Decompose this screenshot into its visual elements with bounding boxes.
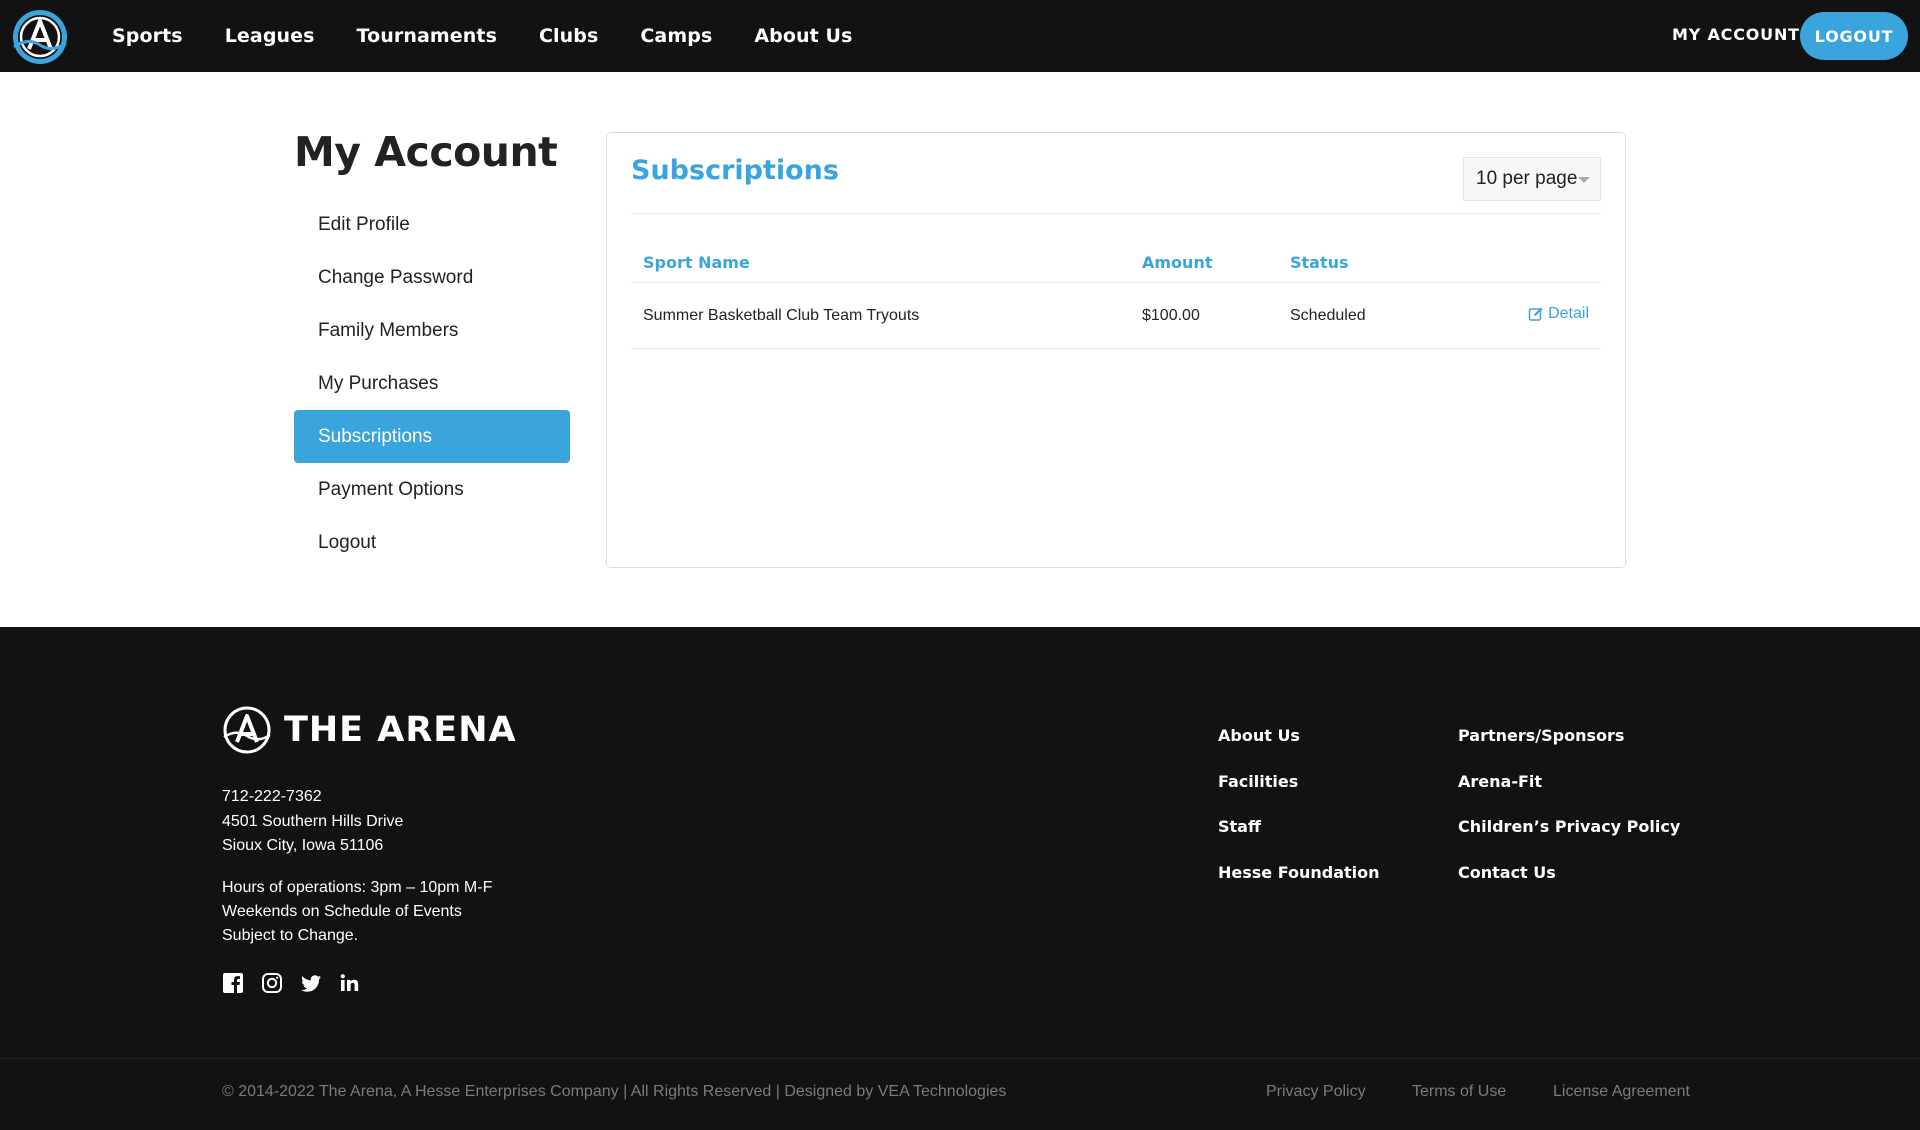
edit-icon [1528, 307, 1543, 321]
twitter-icon[interactable] [300, 972, 322, 994]
nav-sports[interactable]: Sports [112, 25, 183, 47]
cell-sport-name: Summer Basketball Club Team Tryouts [643, 306, 920, 324]
footer-links-col1: About Us Facilities Staff Hesse Foundati… [1218, 726, 1380, 908]
sidebar-item-my-purchases[interactable]: My Purchases [294, 357, 570, 410]
subscriptions-table: Sport Name Amount Status Summer Basketba… [631, 243, 1601, 349]
table-header: Sport Name Amount Status [631, 243, 1601, 283]
sidebar-item-family-members[interactable]: Family Members [294, 304, 570, 357]
sidebar-item-logout[interactable]: Logout [294, 516, 570, 569]
footer-address-line2: Sioux City, Iowa 51106 [222, 837, 384, 854]
footer-link-about-us[interactable]: About Us [1218, 726, 1380, 772]
column-header-amount[interactable]: Amount [1142, 253, 1290, 272]
logout-button[interactable]: LOGOUT [1800, 12, 1908, 60]
nav-leagues[interactable]: Leagues [225, 25, 315, 47]
footer-brand-name: THE ARENA [284, 710, 517, 750]
column-header-sport-name[interactable]: Sport Name [631, 253, 1142, 272]
footer-link-hesse-foundation[interactable]: Hesse Foundation [1218, 863, 1380, 909]
cell-actions: Detail [1506, 305, 1601, 327]
table-row: Summer Basketball Club Team Tryouts $100… [631, 283, 1601, 349]
account-sidebar: Edit Profile Change Password Family Memb… [294, 198, 570, 569]
my-account-link[interactable]: MY ACCOUNT [1672, 25, 1800, 44]
sidebar-item-change-password[interactable]: Change Password [294, 251, 570, 304]
per-page-select[interactable]: 10 per page [1463, 157, 1601, 201]
linkedin-icon[interactable] [339, 972, 361, 994]
footer-address-line1: 4501 Southern Hills Drive [222, 813, 404, 830]
nav-tournaments[interactable]: Tournaments [357, 25, 497, 47]
footer-links-col2: Partners/Sponsors Arena-Fit Children’s P… [1458, 726, 1680, 908]
subscriptions-panel: Subscriptions 10 per page Sport Name Amo… [606, 132, 1626, 568]
footer-brand[interactable]: THE ARENA [222, 705, 517, 755]
privacy-policy-link[interactable]: Privacy Policy [1266, 1083, 1366, 1101]
copyright-text: © 2014-2022 The Arena, A Hesse Enterpris… [222, 1083, 1007, 1100]
footer-hours-line2: Weekends on Schedule of Events [222, 903, 462, 920]
footer-link-facilities[interactable]: Facilities [1218, 772, 1380, 818]
arena-logo-icon [223, 706, 271, 754]
footer-divider [0, 1058, 1920, 1059]
arena-logo-icon[interactable] [10, 7, 70, 67]
top-navbar: Sports Leagues Tournaments Clubs Camps A… [0, 0, 1920, 72]
social-links [222, 972, 361, 994]
footer-hours-line3: Subject to Change. [222, 927, 359, 944]
sidebar-item-edit-profile[interactable]: Edit Profile [294, 198, 570, 251]
footer-hours-line1: Hours of operations: 3pm – 10pm M-F [222, 879, 493, 896]
sidebar-item-subscriptions[interactable]: Subscriptions [294, 410, 570, 463]
sidebar-item-payment-options[interactable]: Payment Options [294, 463, 570, 516]
caret-down-icon [1578, 177, 1590, 183]
column-header-status[interactable]: Status [1290, 253, 1506, 272]
license-agreement-link[interactable]: License Agreement [1553, 1083, 1690, 1101]
panel-title: Subscriptions [631, 155, 839, 186]
per-page-value: 10 per page [1476, 168, 1578, 189]
nav-clubs[interactable]: Clubs [539, 25, 598, 47]
page-title: My Account [294, 128, 558, 176]
cell-status: Scheduled [1290, 306, 1366, 324]
footer-link-partners-sponsors[interactable]: Partners/Sponsors [1458, 726, 1680, 772]
facebook-icon[interactable] [222, 972, 244, 994]
nav-about-us[interactable]: About Us [754, 25, 852, 47]
footer-link-arena-fit[interactable]: Arena-Fit [1458, 772, 1680, 818]
footer-link-contact-us[interactable]: Contact Us [1458, 863, 1680, 909]
panel-divider [631, 213, 1601, 214]
terms-of-use-link[interactable]: Terms of Use [1412, 1083, 1506, 1101]
detail-link-label: Detail [1548, 304, 1589, 322]
nav-camps[interactable]: Camps [640, 25, 712, 47]
instagram-icon[interactable] [261, 972, 283, 994]
footer-phone[interactable]: 712-222-7362 [222, 785, 322, 809]
main-nav: Sports Leagues Tournaments Clubs Camps A… [112, 0, 853, 72]
footer-link-staff[interactable]: Staff [1218, 817, 1380, 863]
footer-link-childrens-privacy-policy[interactable]: Children’s Privacy Policy [1458, 817, 1680, 863]
detail-link[interactable]: Detail [1528, 305, 1589, 323]
cell-amount: $100.00 [1142, 306, 1200, 324]
